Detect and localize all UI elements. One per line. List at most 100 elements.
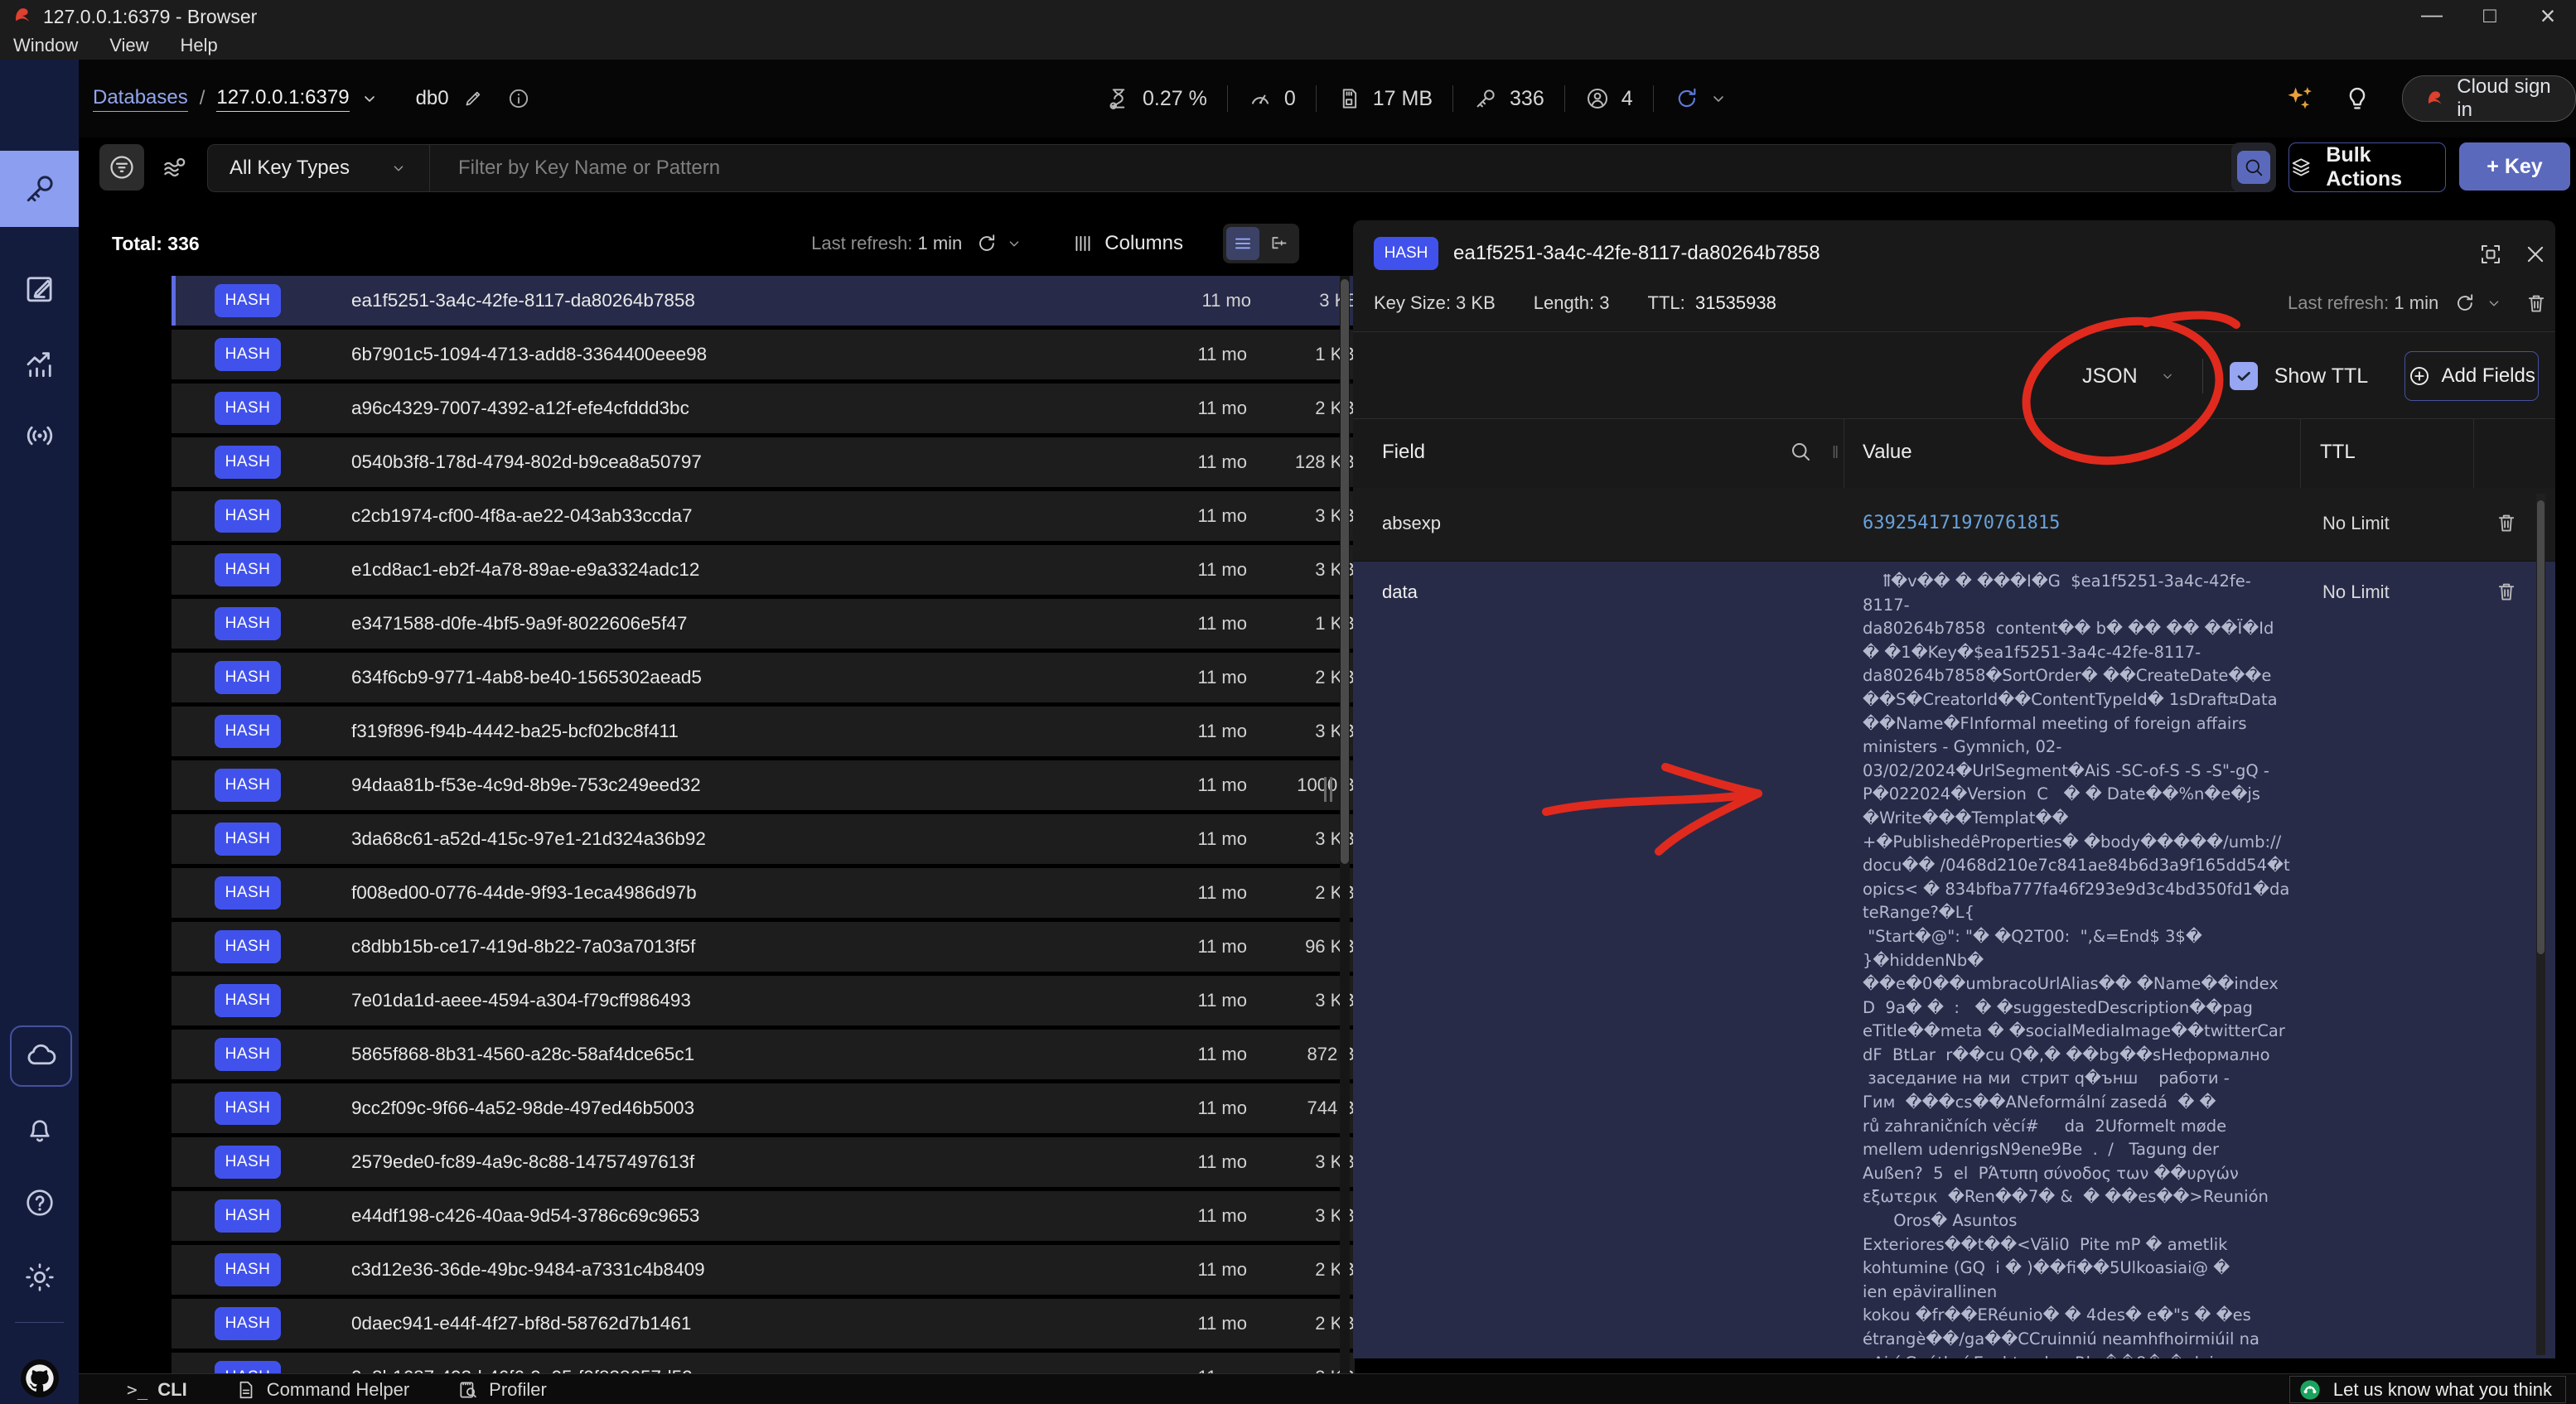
close-details-icon[interactable] xyxy=(2523,242,2548,267)
delete-field-trash-icon[interactable] xyxy=(2495,580,2518,603)
key-row[interactable]: HASH 634f6cb9-9771-4ab8-be40-1565302aead5… xyxy=(172,653,1355,702)
key-list-scrollbar-track xyxy=(1340,276,1350,1373)
edit-alias-pencil-icon[interactable] xyxy=(462,88,484,109)
help-icon xyxy=(23,1186,56,1219)
window-title: 127.0.0.1:6379 - Browser xyxy=(43,6,258,27)
stats-refresh-icon[interactable] xyxy=(1674,85,1700,112)
field-value[interactable]: ỻ�v�� � ���I�G $ea1f5251-3a4c-42fe- 8117… xyxy=(1863,570,2295,1358)
cloud-sign-in-button[interactable]: Cloud sign in xyxy=(2402,75,2576,122)
key-type-badge: HASH xyxy=(215,338,281,371)
document-icon xyxy=(235,1379,257,1401)
ttl-column-header[interactable]: TTL xyxy=(2320,441,2356,464)
key-row[interactable]: HASH ea1f5251-3a4c-42fe-8117-da80264b7858… xyxy=(172,276,1355,326)
field-row-data[interactable]: data ỻ�v�� � ���I�G $ea1f5251-3a4c-42fe-… xyxy=(1353,562,2555,1358)
key-name: e3471588-d0fe-4bf5-9a9f-8022606e5f47 xyxy=(351,613,688,634)
key-row[interactable]: HASH f008ed00-0776-44de-9f93-1eca4986d97b… xyxy=(172,868,1355,918)
delete-key-trash-icon[interactable] xyxy=(2525,292,2548,315)
key-row[interactable]: HASH c3d12e36-36de-49bc-9484-a7331c4b8409… xyxy=(172,1245,1355,1295)
add-fields-button[interactable]: Add Fields xyxy=(2404,351,2540,401)
key-row[interactable]: HASH 6b7901c5-1094-4713-add8-3364400eee98… xyxy=(172,330,1355,379)
key-size: 2 KB xyxy=(1315,1313,1355,1334)
copilot-sparkles-icon[interactable] xyxy=(2284,83,2316,114)
key-row[interactable]: HASH 2579ede0-fc89-4a9c-8c88-14757497613f… xyxy=(172,1137,1355,1187)
stat-clients: 4 xyxy=(1585,86,1633,111)
key-type-badge: HASH xyxy=(215,1199,281,1233)
sidebar-item-pubsub[interactable] xyxy=(0,398,79,474)
fields-table-header: Field ‖ Value TTL xyxy=(1353,418,2555,489)
search-toggle-button[interactable] xyxy=(2231,142,2276,192)
filter-row: All Key Types Filter by Key Name or Patt… xyxy=(79,138,2576,199)
sidebar-item-settings[interactable] xyxy=(0,1239,79,1315)
key-row[interactable]: HASH a96c4329-7007-4392-a12f-efe4cfddd3bc… xyxy=(172,384,1355,433)
key-row[interactable]: HASH e3471588-d0fe-4bf5-9a9f-8022606e5f47… xyxy=(172,599,1355,649)
key-row[interactable]: HASH 7e01da1d-aeee-4594-a304-f79cff986493… xyxy=(172,976,1355,1025)
key-row[interactable]: HASH 0daec941-e44f-4f27-bf8d-58762d7b1461… xyxy=(172,1299,1355,1349)
column-resize-handle[interactable]: ‖ xyxy=(1832,444,1839,463)
fields-scrollbar[interactable] xyxy=(2537,500,2545,954)
menu-window[interactable]: Window xyxy=(13,35,78,56)
bell-icon xyxy=(23,1112,56,1146)
key-row[interactable]: HASH c8dbb15b-ce17-419d-8b22-7a03a7013f5f… xyxy=(172,922,1355,972)
key-type-badge: HASH xyxy=(215,769,281,802)
command-helper-button[interactable]: Command Helper xyxy=(235,1379,409,1401)
details-refresh-chevron-icon[interactable] xyxy=(2485,294,2503,312)
key-ttl-label[interactable]: TTL: 31535938 xyxy=(1648,292,1776,314)
sidebar-item-help[interactable] xyxy=(0,1165,79,1241)
key-row[interactable]: HASH c2cb1974-cf00-4f8a-ae22-043ab33ccda7… xyxy=(172,491,1355,541)
key-row[interactable]: HASH 0e8b1687-493d-46f6-9a05-f0f838657d52… xyxy=(172,1353,1355,1373)
insights-bulb-icon[interactable] xyxy=(2342,84,2372,113)
profiler-button[interactable]: Profiler xyxy=(457,1379,547,1401)
sidebar-item-browser[interactable] xyxy=(0,151,79,227)
field-row-absexp[interactable]: absexp 639254171970761815 No Limit xyxy=(1353,488,2555,562)
fullscreen-icon[interactable] xyxy=(2478,242,2503,267)
scan-pattern-icon[interactable] xyxy=(160,154,188,182)
add-key-button[interactable]: + Key xyxy=(2459,142,2570,191)
key-ttl: 11 mo xyxy=(1197,505,1247,526)
menu-view[interactable]: View xyxy=(109,35,148,56)
sidebar-item-cloud[interactable] xyxy=(10,1025,72,1087)
key-list-scrollbar[interactable] xyxy=(1341,279,1349,864)
key-name: f319f896-f94b-4442-ba25-bcf02bc8f411 xyxy=(351,721,679,741)
key-row[interactable]: HASH 0540b3f8-178d-4794-802d-b9cea8a50797… xyxy=(172,437,1355,487)
redisinsight-window: 127.0.0.1:6379 - Browser — □ × Window Vi… xyxy=(0,0,2576,1404)
filter-keys-button[interactable] xyxy=(99,144,144,191)
sidebar-item-analytics[interactable] xyxy=(0,325,79,401)
menu-bar: Window View Help xyxy=(0,31,2576,60)
value-column-header[interactable]: Value xyxy=(1863,441,1912,464)
key-name: 94daa81b-f53e-4c9d-8b9e-753c249eed32 xyxy=(351,774,701,795)
maximize-button[interactable]: □ xyxy=(2471,2,2509,28)
key-row[interactable]: HASH f319f896-f94b-4442-ba25-bcf02bc8f411… xyxy=(172,707,1355,756)
menu-help[interactable]: Help xyxy=(181,35,218,56)
key-filter-container: All Key Types Filter by Key Name or Patt… xyxy=(207,144,2275,192)
key-row[interactable]: HASH 5865f868-8b31-4560-a28c-58af4dce65c1… xyxy=(172,1030,1355,1079)
field-value[interactable]: 639254171970761815 xyxy=(1863,513,2060,533)
cli-button[interactable]: >_ CLI xyxy=(127,1379,187,1401)
delete-field-trash-icon[interactable] xyxy=(2495,511,2518,534)
sidebar-item-notifications[interactable] xyxy=(0,1091,79,1167)
feedback-button[interactable]: Let us know what you think xyxy=(2288,1376,2566,1403)
key-row[interactable]: HASH e44df198-c426-40aa-9d54-3786c69c9653… xyxy=(172,1191,1355,1241)
stats-refresh-chevron-icon[interactable] xyxy=(1708,89,1728,109)
breadcrumb-current-db[interactable]: 127.0.0.1:6379 xyxy=(216,86,350,112)
key-filter-input[interactable]: Filter by Key Name or Pattern xyxy=(458,157,2235,180)
sidebar-item-workbench[interactable] xyxy=(0,250,79,326)
minimize-button[interactable]: — xyxy=(2413,2,2451,27)
stat-commands: 0 xyxy=(1248,86,1296,111)
show-ttl-checkbox[interactable] xyxy=(2229,362,2258,390)
key-row[interactable]: HASH 9cc2f09c-9f66-4a52-98de-497ed46b5003… xyxy=(172,1083,1355,1133)
sidebar-item-github[interactable] xyxy=(0,1340,79,1404)
breadcrumb-databases-link[interactable]: Databases xyxy=(93,86,188,112)
key-row[interactable]: HASH 3da68c61-a52d-415c-97e1-21d324a36b92… xyxy=(172,814,1355,864)
details-refresh-icon[interactable] xyxy=(2453,292,2477,315)
key-row[interactable]: HASH 94daa81b-f53e-4c9d-8b9e-753c249eed32… xyxy=(172,760,1355,810)
field-search-icon[interactable] xyxy=(1788,439,1813,464)
key-type-dropdown[interactable]: All Key Types xyxy=(208,157,429,180)
key-row[interactable]: HASH e1cd8ac1-eb2f-4a78-89ae-e9a3324adc12… xyxy=(172,545,1355,595)
bulk-actions-button[interactable]: Bulk Actions xyxy=(2288,142,2446,192)
panel-resize-handle[interactable] xyxy=(1324,777,1332,802)
format-selector-dropdown[interactable]: JSON xyxy=(2082,364,2176,388)
close-window-button[interactable]: × xyxy=(2529,1,2567,31)
field-column-header[interactable]: Field xyxy=(1382,441,1425,464)
db-info-icon[interactable] xyxy=(507,87,530,110)
db-switch-chevron-icon[interactable] xyxy=(360,89,379,109)
